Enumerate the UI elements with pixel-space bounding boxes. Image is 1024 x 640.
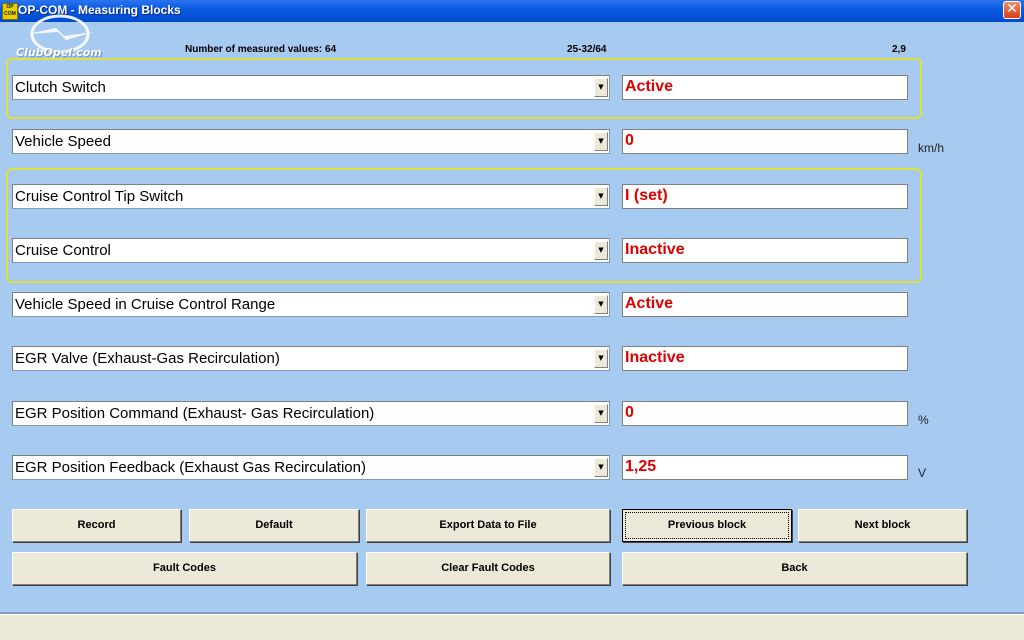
chevron-down-icon[interactable]: ▼: [594, 295, 608, 314]
title-bar[interactable]: OP COM OP-COM - Measuring Blocks ✕: [0, 0, 1024, 22]
value-field-egr-valve: Inactive: [622, 346, 908, 371]
value-text: 0: [625, 132, 634, 149]
status-bar: [0, 612, 1024, 640]
measure-select-egr-valve[interactable]: EGR Valve (Exhaust-Gas Recirculation) ▼: [12, 346, 610, 371]
value-field-egr-position-feedback: 1,25: [622, 455, 908, 480]
select-label: EGR Valve (Exhaust-Gas Recirculation): [15, 350, 280, 367]
chevron-down-icon[interactable]: ▼: [594, 349, 608, 368]
value-field-clutch-switch: Active: [622, 75, 908, 100]
measure-select-egr-position-feedback[interactable]: EGR Position Feedback (Exhaust Gas Recir…: [12, 455, 610, 480]
value-text: 1,25: [625, 458, 657, 475]
measuring-blocks-window: OP COM OP-COM - Measuring Blocks ✕ ClubO…: [0, 0, 1024, 640]
default-button[interactable]: Default: [189, 509, 359, 542]
select-label: Vehicle Speed: [15, 133, 111, 150]
value-field-vehicle-speed: 0: [622, 129, 908, 154]
chevron-down-icon[interactable]: ▼: [594, 78, 608, 97]
value-text: Active: [625, 295, 674, 312]
export-data-button[interactable]: Export Data to File: [366, 509, 610, 542]
record-button[interactable]: Record: [12, 509, 181, 542]
value-text: 0: [625, 404, 634, 421]
value-field-cruise-tip-switch: I (set): [622, 184, 908, 209]
unit-label-egr-position-command: %: [918, 413, 929, 427]
measured-values-count: Number of measured values: 64: [185, 44, 337, 55]
measure-select-egr-position-command[interactable]: EGR Position Command (Exhaust- Gas Recir…: [12, 401, 610, 426]
value-field-cruise-control: Inactive: [622, 238, 908, 263]
next-block-button[interactable]: Next block: [798, 509, 967, 542]
chevron-down-icon[interactable]: ▼: [594, 241, 608, 260]
close-button[interactable]: ✕: [1003, 1, 1021, 19]
chevron-down-icon[interactable]: ▼: [594, 187, 608, 206]
fault-codes-button[interactable]: Fault Codes: [12, 552, 357, 585]
value-text: Inactive: [625, 349, 685, 366]
header-value-readout: 2,9: [892, 44, 906, 55]
value-text: Active: [625, 78, 674, 95]
chevron-down-icon[interactable]: ▼: [594, 132, 608, 151]
value-text: Inactive: [625, 241, 685, 258]
chevron-down-icon[interactable]: ▼: [594, 404, 608, 423]
unit-label-egr-position-feedback: V: [918, 466, 927, 480]
value-text: I (set): [625, 187, 668, 204]
measure-select-cruise-tip-switch[interactable]: Cruise Control Tip Switch ▼: [12, 184, 610, 209]
select-label: Clutch Switch: [15, 79, 106, 96]
measure-select-clutch-switch[interactable]: Clutch Switch ▼: [12, 75, 610, 100]
select-label: Cruise Control Tip Switch: [15, 188, 184, 205]
chevron-down-icon[interactable]: ▼: [594, 458, 608, 477]
value-field-speed-in-cruise-range: Active: [622, 292, 908, 317]
previous-block-button[interactable]: Previous block: [622, 509, 792, 542]
back-button[interactable]: Back: [622, 552, 967, 585]
select-label: EGR Position Feedback (Exhaust Gas Recir…: [15, 459, 366, 476]
measure-select-vehicle-speed[interactable]: Vehicle Speed ▼: [12, 129, 610, 154]
clear-fault-codes-button[interactable]: Clear Fault Codes: [366, 552, 610, 585]
unit-label-vehicle-speed: km/h: [918, 141, 945, 155]
value-field-egr-position-command: 0: [622, 401, 908, 426]
block-range-indicator: 25-32/64: [567, 44, 607, 55]
select-label: Vehicle Speed in Cruise Control Range: [15, 296, 276, 313]
select-label: EGR Position Command (Exhaust- Gas Recir…: [15, 405, 375, 422]
measure-select-speed-in-cruise-range[interactable]: Vehicle Speed in Cruise Control Range ▼: [12, 292, 610, 317]
select-label: Cruise Control: [15, 242, 111, 259]
measure-select-cruise-control[interactable]: Cruise Control ▼: [12, 238, 610, 263]
